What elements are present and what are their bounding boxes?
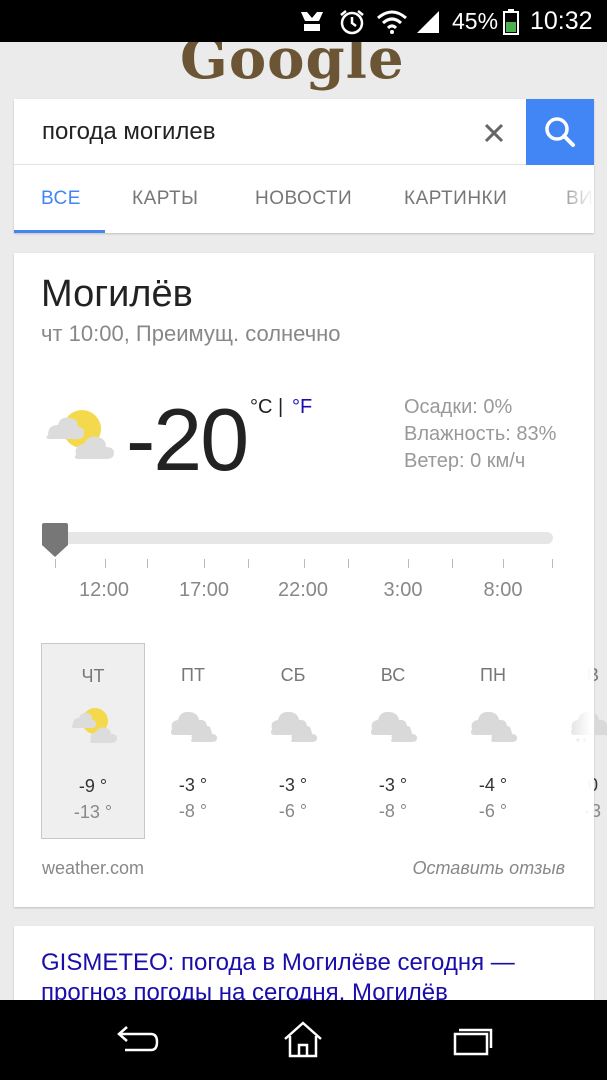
weather-city: Могилёв [41, 273, 193, 315]
day-low-temp: -6 ° [478, 801, 508, 821]
tabs-fade [554, 166, 594, 233]
timeline-label: 3:00 [383, 579, 423, 601]
active-tab-indicator [14, 230, 105, 233]
day-high-temp: -3 ° [278, 775, 308, 795]
timeline-tick [304, 559, 305, 568]
forecast-day-mon[interactable]: ПН -4 ° -6 ° [441, 643, 545, 839]
unit-celsius[interactable]: °C [250, 396, 272, 419]
search-result-card: GISMETEO: погода в Могилёве сегодня — пр… [14, 926, 594, 1000]
result-title-link[interactable]: GISMETEO: погода в Могилёве сегодня — пр… [41, 948, 581, 1000]
weather-subtitle: чт 10:00, Преимущ. солнечно [41, 321, 341, 346]
cloud-icon [171, 711, 217, 742]
day-name: ЧТ [81, 666, 105, 686]
day-name: ВС [380, 665, 406, 685]
day-name: ПТ [181, 665, 205, 685]
tab-images[interactable]: КАРТИНКИ [404, 166, 507, 233]
cloud-icon [471, 711, 517, 742]
google-doodle[interactable]: Google [170, 42, 440, 98]
day-high-temp: -3 ° [378, 775, 408, 795]
day-low-temp: -6 ° [278, 801, 308, 821]
alarm-icon [340, 10, 364, 35]
home-icon[interactable] [273, 1018, 333, 1062]
unit-fahrenheit[interactable]: °F [292, 396, 312, 419]
timeline-tick [248, 559, 249, 568]
weather-stats: Осадки: 0% Влажность: 83% Ветер: 0 км/ч [404, 394, 556, 475]
forecast-day-fri[interactable]: ПТ -3 ° -8 ° [141, 643, 245, 839]
wifi-icon [377, 10, 407, 34]
timeline-tick [105, 559, 106, 568]
forecast-fade [562, 643, 594, 839]
partly-sunny-icon [46, 410, 114, 459]
timeline-tick [552, 559, 553, 568]
battery-percent: 45% [452, 8, 499, 34]
timeline-tick [408, 559, 409, 568]
weather-source-link[interactable]: weather.com [42, 858, 144, 879]
humidity: Влажность: 83% [404, 423, 557, 445]
search-icon [545, 117, 575, 147]
current-temperature: -20 [126, 390, 249, 489]
back-icon[interactable] [105, 1018, 165, 1062]
forecast-day-sat[interactable]: СБ -3 ° -6 ° [241, 643, 345, 839]
timeline-slider-thumb[interactable] [41, 523, 69, 559]
clear-icon[interactable] [476, 115, 512, 151]
weather-card: Могилёв чт 10:00, Преимущ. солнечно -20 … [14, 253, 607, 907]
timeline-track[interactable] [42, 532, 553, 544]
search-tabs: ВСЕ КАРТЫ НОВОСТИ КАРТИНКИ ВИ [14, 166, 594, 233]
timeline-tick [204, 559, 205, 568]
unit-separator: | [278, 396, 284, 418]
wind: Ветер: 0 км/ч [404, 450, 526, 472]
navigation-bar [0, 1000, 607, 1080]
clock: 10:32 [530, 7, 593, 35]
forecast-day-thu[interactable]: ЧТ -9 ° -13 ° [41, 643, 145, 839]
timeline-tick [55, 559, 56, 568]
day-low-temp: -13 ° [73, 802, 113, 822]
signal-icon [417, 11, 439, 33]
timeline-label: 12:00 [78, 579, 130, 601]
search-button[interactable] [526, 99, 594, 165]
tab-news[interactable]: НОВОСТИ [255, 166, 352, 233]
day-high-temp: -9 ° [78, 776, 108, 796]
tab-all[interactable]: ВСЕ [41, 166, 81, 233]
timeline-tick [348, 559, 349, 568]
day-name: ПН [480, 665, 506, 685]
timeline-tick [452, 559, 453, 568]
timeline-label: 8:00 [483, 579, 523, 601]
timeline-tick [503, 559, 504, 568]
timeline-label: 22:00 [277, 579, 329, 601]
cloud-icon [371, 711, 417, 742]
recent-apps-icon[interactable] [441, 1018, 501, 1062]
cloud-icon [271, 711, 317, 742]
day-name: СБ [280, 665, 306, 685]
notification-icon [301, 12, 323, 31]
feedback-link[interactable]: Оставить отзыв [413, 858, 565, 879]
battery-icon [503, 9, 519, 35]
search-input[interactable] [42, 117, 462, 147]
partly-sunny-icon [71, 708, 117, 743]
day-high-temp: -3 ° [178, 775, 208, 795]
precipitation: Осадки: 0% [404, 396, 513, 418]
timeline-label: 17:00 [178, 579, 230, 601]
day-low-temp: -8 ° [178, 801, 208, 821]
day-high-temp: -4 ° [478, 775, 508, 795]
tab-maps[interactable]: КАРТЫ [132, 166, 199, 233]
day-low-temp: -8 ° [378, 801, 408, 821]
search-card: ВСЕ КАРТЫ НОВОСТИ КАРТИНКИ ВИ [14, 99, 594, 233]
doodle-logo-text: Google [180, 42, 405, 92]
forecast-day-sun[interactable]: ВС -3 ° -8 ° [341, 643, 445, 839]
timeline-tick [147, 559, 148, 568]
search-bar [14, 99, 594, 165]
status-bar: 45% 10:32 [0, 0, 607, 42]
